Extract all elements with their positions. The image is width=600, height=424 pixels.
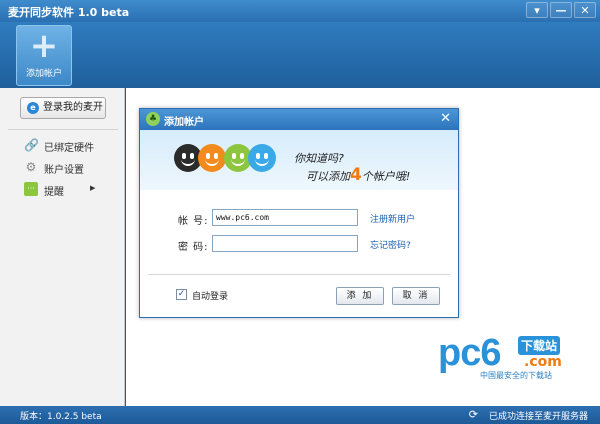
title-bar: 麦开同步软件 1.0 beta ▾ — ✕ xyxy=(0,0,600,22)
dialog-banner: 你知道吗? 可以添加4个帐户哦! xyxy=(140,130,458,190)
window-title: 麦开同步软件 1.0 beta xyxy=(8,6,130,19)
logo-com: .com xyxy=(524,354,562,370)
login-button[interactable]: e 登录我的麦开 xyxy=(20,97,106,119)
sidebar-item-label: 提醒 xyxy=(44,187,64,198)
version-text: 版本：1.0.2.5 beta xyxy=(20,412,102,422)
smiley-orange-icon xyxy=(198,144,226,172)
add-account-tile-label: 添加帐户 xyxy=(25,69,62,79)
password-label: 密 码: xyxy=(178,242,209,253)
add-button[interactable]: 添 加 xyxy=(336,287,384,305)
auto-login-label: 自动登录 xyxy=(192,292,229,302)
login-button-label: 登录我的麦开 xyxy=(43,102,103,113)
toolbar: + 添加帐户 xyxy=(0,22,600,88)
chat-icon: ··· xyxy=(24,182,38,196)
dialog-close-button[interactable]: ✕ xyxy=(440,111,451,126)
add-account-dialog: ♣ 添加帐户 ✕ 你知道吗? 可以添加4个帐户哦! 帐 号: 注册新用户 密 码… xyxy=(139,108,459,318)
gear-icon: ⚙ xyxy=(25,160,37,174)
auto-login-checkbox[interactable]: ✓ xyxy=(176,289,187,300)
password-row: 密 码: 忘记密码? xyxy=(140,235,458,253)
connection-status: 已成功连接至麦开服务器 xyxy=(488,412,588,422)
slogan-line1: 你知道吗? xyxy=(294,152,344,165)
logo-tagline: 中国最安全的下载站 xyxy=(480,371,552,380)
account-limit-number: 4 xyxy=(350,165,362,185)
account-input[interactable] xyxy=(212,209,358,226)
password-input[interactable] xyxy=(212,235,358,252)
logo-download-site: 下载站 xyxy=(518,336,561,355)
account-row: 帐 号: 注册新用户 xyxy=(140,209,458,227)
register-link[interactable]: 注册新用户 xyxy=(370,212,415,225)
menu-dropdown-button[interactable]: ▾ xyxy=(526,2,548,18)
add-account-tile[interactable]: + 添加帐户 xyxy=(16,25,72,86)
sync-icon: ⟳ xyxy=(468,408,478,421)
plus-icon: + xyxy=(29,26,59,66)
sidebar-divider xyxy=(8,129,118,130)
close-button[interactable]: ✕ xyxy=(574,2,596,18)
cancel-button[interactable]: 取 消 xyxy=(392,287,440,305)
sidebar: e 登录我的麦开 🔗 已绑定硬件 ⚙ 账户设置 ··· 提醒 ▶ xyxy=(0,88,125,406)
forgot-password-link[interactable]: 忘记密码? xyxy=(370,238,411,251)
window-controls: ▾ — ✕ xyxy=(524,2,596,18)
submenu-arrow-icon: ▶ xyxy=(90,184,96,192)
status-bar: 版本：1.0.2.5 beta ⟳ 已成功连接至麦开服务器 xyxy=(0,406,600,424)
dialog-title: 添加帐户 xyxy=(164,117,204,128)
account-label: 帐 号: xyxy=(178,216,209,227)
sidebar-item-label: 账户设置 xyxy=(44,165,84,176)
sidebar-item-label: 已绑定硬件 xyxy=(44,143,94,154)
minimize-button[interactable]: — xyxy=(550,2,572,18)
dialog-divider xyxy=(148,274,450,275)
account-icon: ♣ xyxy=(146,112,160,126)
link-icon: 🔗 xyxy=(24,138,39,152)
slogan-line2: 可以添加4个帐户哦! xyxy=(306,165,411,185)
smiley-blue-icon xyxy=(248,144,276,172)
ie-browser-icon: e xyxy=(27,102,39,114)
logo-text: pc6 xyxy=(438,332,501,374)
dialog-title-bar: ♣ 添加帐户 ✕ xyxy=(140,109,458,130)
pc6-watermark-logo: pc6 下载站 .com 中国最安全的下载站 xyxy=(438,330,598,380)
